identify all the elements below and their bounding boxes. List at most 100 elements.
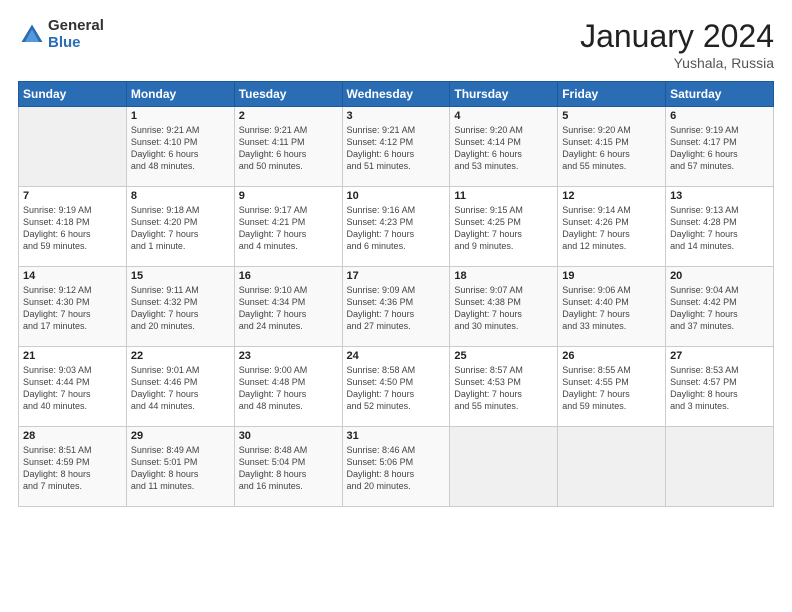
day-info: Sunrise: 9:06 AMSunset: 4:40 PMDaylight:…	[562, 284, 661, 333]
calendar-table: Sunday Monday Tuesday Wednesday Thursday…	[18, 81, 774, 507]
day-cell-4-4: 24 Sunrise: 8:58 AMSunset: 4:50 PMDayligh…	[342, 347, 450, 427]
day-number: 27	[670, 350, 769, 362]
day-cell-1-4: 3 Sunrise: 9:21 AMSunset: 4:12 PMDaylight…	[342, 107, 450, 187]
day-number: 12	[562, 190, 661, 202]
day-cell-4-2: 22 Sunrise: 9:01 AMSunset: 4:46 PMDayligh…	[126, 347, 234, 427]
day-info: Sunrise: 8:48 AMSunset: 5:04 PMDaylight:…	[239, 444, 338, 493]
day-info: Sunrise: 8:58 AMSunset: 4:50 PMDaylight:…	[347, 364, 446, 413]
day-number: 29	[131, 430, 230, 442]
day-number: 7	[23, 190, 122, 202]
day-number: 9	[239, 190, 338, 202]
location: Yushala, Russia	[580, 55, 774, 71]
logo-icon	[18, 21, 46, 49]
day-cell-2-7: 13Sunrise: 9:13 AMSunset: 4:28 PMDayligh…	[666, 187, 774, 267]
calendar-header-row: Sunday Monday Tuesday Wednesday Thursday…	[19, 82, 774, 107]
day-number: 19	[562, 270, 661, 282]
day-info: Sunrise: 9:01 AMSunset: 4:46 PMDaylight:…	[131, 364, 230, 413]
day-cell-3-7: 20Sunrise: 9:04 AMSunset: 4:42 PMDayligh…	[666, 267, 774, 347]
week-row-5: 28Sunrise: 8:51 AMSunset: 4:59 PMDayligh…	[19, 427, 774, 507]
day-cell-3-5: 18Sunrise: 9:07 AMSunset: 4:38 PMDayligh…	[450, 267, 558, 347]
logo: General Blue	[18, 18, 104, 51]
day-number: 1	[131, 110, 230, 122]
day-info: Sunrise: 9:21 AMSunset: 4:12 PMDaylight:…	[347, 124, 446, 173]
day-cell-1-7: 6Sunrise: 9:19 AMSunset: 4:17 PMDaylight…	[666, 107, 774, 187]
day-cell-4-1: 21Sunrise: 9:03 AMSunset: 4:44 PMDayligh…	[19, 347, 127, 427]
day-info: Sunrise: 9:20 AMSunset: 4:14 PMDaylight:…	[454, 124, 553, 173]
day-cell-3-6: 19 Sunrise: 9:06 AMSunset: 4:40 PMDayligh…	[558, 267, 666, 347]
day-info: Sunrise: 9:11 AMSunset: 4:32 PMDaylight:…	[131, 284, 230, 333]
day-number: 14	[23, 270, 122, 282]
day-info: Sunrise: 9:18 AMSunset: 4:20 PMDaylight:…	[131, 204, 230, 253]
col-thursday: Thursday	[450, 82, 558, 107]
day-info: Sunrise: 9:17 AMSunset: 4:21 PMDaylight:…	[239, 204, 338, 253]
week-row-3: 14Sunrise: 9:12 AMSunset: 4:30 PMDayligh…	[19, 267, 774, 347]
day-info: Sunrise: 9:19 AMSunset: 4:18 PMDaylight:…	[23, 204, 122, 253]
day-cell-3-2: 15 Sunrise: 9:11 AMSunset: 4:32 PMDayligh…	[126, 267, 234, 347]
day-info: Sunrise: 9:13 AMSunset: 4:28 PMDaylight:…	[670, 204, 769, 253]
day-cell-4-5: 25 Sunrise: 8:57 AMSunset: 4:53 PMDayligh…	[450, 347, 558, 427]
day-cell-1-2: 1 Sunrise: 9:21 AMSunset: 4:10 PMDaylight…	[126, 107, 234, 187]
day-cell-3-3: 16Sunrise: 9:10 AMSunset: 4:34 PMDayligh…	[234, 267, 342, 347]
day-cell-4-3: 23 Sunrise: 9:00 AMSunset: 4:48 PMDayligh…	[234, 347, 342, 427]
day-cell-4-6: 26 Sunrise: 8:55 AMSunset: 4:55 PMDayligh…	[558, 347, 666, 427]
day-cell-1-1	[19, 107, 127, 187]
day-info: Sunrise: 8:49 AMSunset: 5:01 PMDaylight:…	[131, 444, 230, 493]
day-cell-5-3: 30Sunrise: 8:48 AMSunset: 5:04 PMDayligh…	[234, 427, 342, 507]
day-number: 17	[347, 270, 446, 282]
header: General Blue January 2024 Yushala, Russi…	[18, 18, 774, 71]
logo-text: General Blue	[48, 18, 104, 51]
day-info: Sunrise: 9:00 AMSunset: 4:48 PMDaylight:…	[239, 364, 338, 413]
day-cell-5-1: 28Sunrise: 8:51 AMSunset: 4:59 PMDayligh…	[19, 427, 127, 507]
day-number: 11	[454, 190, 553, 202]
day-number: 21	[23, 350, 122, 362]
day-cell-3-4: 17 Sunrise: 9:09 AMSunset: 4:36 PMDayligh…	[342, 267, 450, 347]
day-info: Sunrise: 9:09 AMSunset: 4:36 PMDaylight:…	[347, 284, 446, 333]
col-sunday: Sunday	[19, 82, 127, 107]
day-cell-2-4: 10 Sunrise: 9:16 AMSunset: 4:23 PMDayligh…	[342, 187, 450, 267]
day-cell-1-3: 2 Sunrise: 9:21 AMSunset: 4:11 PMDaylight…	[234, 107, 342, 187]
day-cell-3-1: 14Sunrise: 9:12 AMSunset: 4:30 PMDayligh…	[19, 267, 127, 347]
col-tuesday: Tuesday	[234, 82, 342, 107]
month-title: January 2024	[580, 18, 774, 55]
col-monday: Monday	[126, 82, 234, 107]
day-number: 16	[239, 270, 338, 282]
day-info: Sunrise: 8:55 AMSunset: 4:55 PMDaylight:…	[562, 364, 661, 413]
day-number: 31	[347, 430, 446, 442]
day-cell-1-6: 5Sunrise: 9:20 AMSunset: 4:15 PMDaylight…	[558, 107, 666, 187]
day-cell-5-5	[450, 427, 558, 507]
day-info: Sunrise: 8:57 AMSunset: 4:53 PMDaylight:…	[454, 364, 553, 413]
day-number: 23	[239, 350, 338, 362]
page: General Blue January 2024 Yushala, Russi…	[0, 0, 792, 612]
day-info: Sunrise: 9:15 AMSunset: 4:25 PMDaylight:…	[454, 204, 553, 253]
day-number: 18	[454, 270, 553, 282]
col-wednesday: Wednesday	[342, 82, 450, 107]
week-row-4: 21Sunrise: 9:03 AMSunset: 4:44 PMDayligh…	[19, 347, 774, 427]
day-info: Sunrise: 8:51 AMSunset: 4:59 PMDaylight:…	[23, 444, 122, 493]
day-info: Sunrise: 9:04 AMSunset: 4:42 PMDaylight:…	[670, 284, 769, 333]
logo-blue: Blue	[48, 35, 104, 52]
day-number: 22	[131, 350, 230, 362]
day-number: 4	[454, 110, 553, 122]
day-info: Sunrise: 9:16 AMSunset: 4:23 PMDaylight:…	[347, 204, 446, 253]
day-info: Sunrise: 9:20 AMSunset: 4:15 PMDaylight:…	[562, 124, 661, 173]
col-saturday: Saturday	[666, 82, 774, 107]
day-cell-5-2: 29 Sunrise: 8:49 AMSunset: 5:01 PMDayligh…	[126, 427, 234, 507]
day-info: Sunrise: 9:14 AMSunset: 4:26 PMDaylight:…	[562, 204, 661, 253]
day-info: Sunrise: 9:21 AMSunset: 4:11 PMDaylight:…	[239, 124, 338, 173]
day-number: 25	[454, 350, 553, 362]
day-cell-2-1: 7 Sunrise: 9:19 AMSunset: 4:18 PMDaylight…	[19, 187, 127, 267]
week-row-2: 7 Sunrise: 9:19 AMSunset: 4:18 PMDaylight…	[19, 187, 774, 267]
day-number: 24	[347, 350, 446, 362]
title-block: January 2024 Yushala, Russia	[580, 18, 774, 71]
day-info: Sunrise: 9:21 AMSunset: 4:10 PMDaylight:…	[131, 124, 230, 173]
day-number: 2	[239, 110, 338, 122]
col-friday: Friday	[558, 82, 666, 107]
day-number: 26	[562, 350, 661, 362]
day-info: Sunrise: 8:46 AMSunset: 5:06 PMDaylight:…	[347, 444, 446, 493]
day-info: Sunrise: 8:53 AMSunset: 4:57 PMDaylight:…	[670, 364, 769, 413]
day-cell-4-7: 27 Sunrise: 8:53 AMSunset: 4:57 PMDayligh…	[666, 347, 774, 427]
day-number: 15	[131, 270, 230, 282]
day-number: 3	[347, 110, 446, 122]
week-row-1: 1 Sunrise: 9:21 AMSunset: 4:10 PMDaylight…	[19, 107, 774, 187]
day-number: 10	[347, 190, 446, 202]
